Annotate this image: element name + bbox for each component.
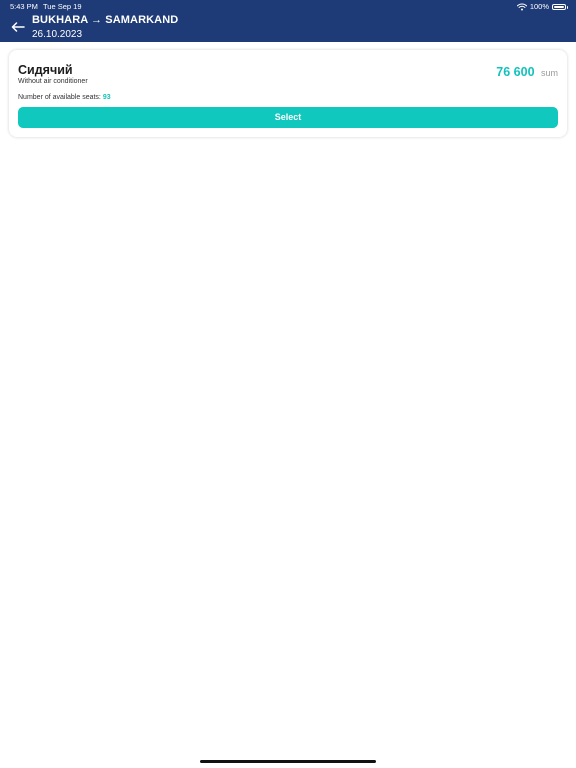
seats-count: 93 (102, 94, 111, 101)
price-currency: sum (540, 68, 558, 78)
status-time: 5:43 PM (10, 2, 38, 11)
price: 76 600 sum (496, 63, 558, 81)
route-title: BUKHARA → SAMARKAND (32, 14, 179, 26)
header-bar: 5:43 PM Tue Sep 19 100% BUKHARA → SAMARK… (0, 0, 576, 42)
app-screen: 5:43 PM Tue Sep 19 100% BUKHARA → SAMARK… (0, 0, 576, 768)
wifi-icon (516, 3, 527, 11)
home-indicator (200, 760, 376, 763)
select-button[interactable]: Select (18, 107, 558, 128)
arrow-left-icon (11, 19, 25, 37)
status-indicators: 100% (516, 0, 568, 14)
status-bar: 5:43 PM Tue Sep 19 100% (0, 0, 576, 14)
car-type-label: Сидячий (18, 63, 73, 77)
status-date: Tue Sep 19 (43, 2, 82, 11)
route-date: 26.10.2023 (32, 29, 83, 40)
available-seats: Number of available seats: 93 (18, 94, 111, 101)
amenities-note: Without air conditioner (18, 78, 88, 85)
battery-percent: 100% (529, 2, 549, 11)
seats-label: Number of available seats: (18, 94, 101, 101)
back-button[interactable] (8, 18, 28, 38)
battery-icon (552, 3, 568, 11)
ticket-card: Сидячий Without air conditioner Number o… (9, 50, 567, 137)
price-value: 76 600 (496, 65, 535, 79)
